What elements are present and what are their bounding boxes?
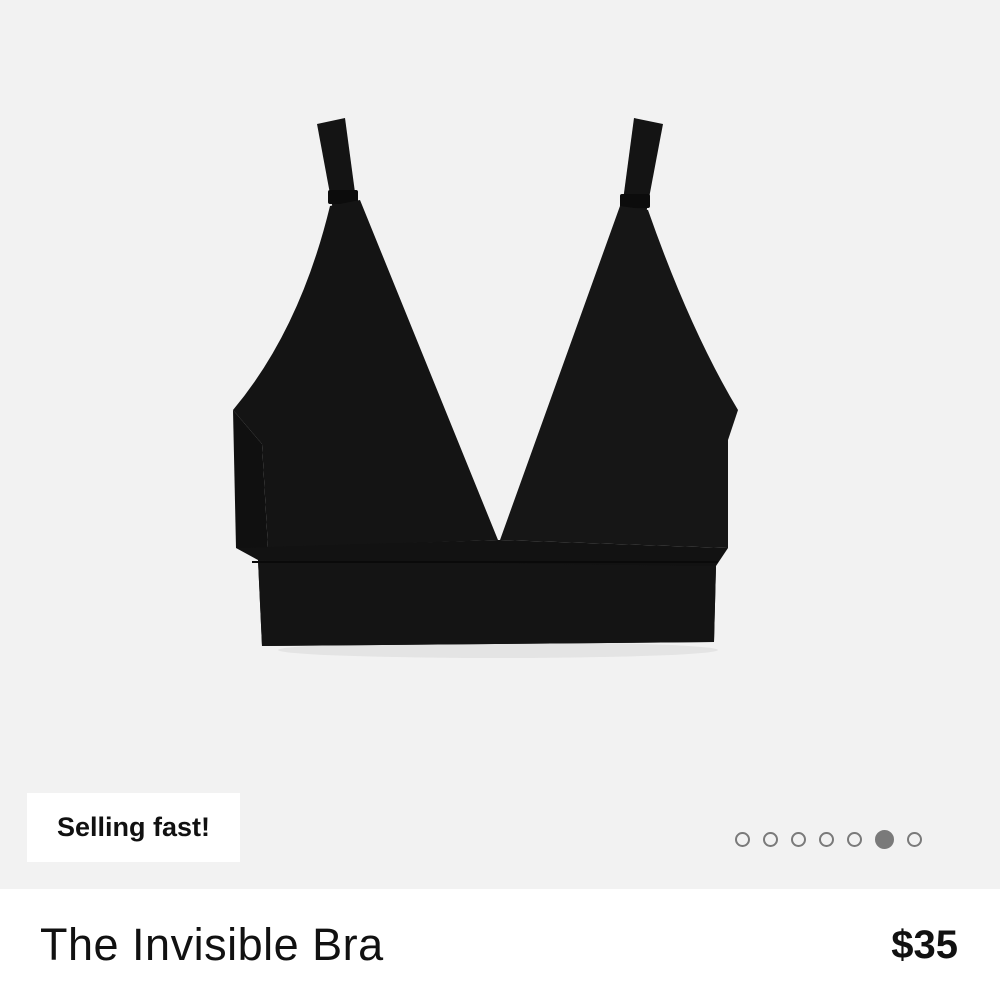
carousel-dots (735, 830, 922, 850)
carousel-dot-1[interactable] (735, 832, 750, 847)
carousel-dot-7[interactable] (907, 832, 922, 847)
product-info: The Invisible Bra $35 (0, 889, 1000, 1000)
product-image[interactable] (0, 0, 1000, 889)
carousel-dot-6[interactable] (875, 830, 894, 849)
carousel-dot-4[interactable] (819, 832, 834, 847)
carousel-dot-5[interactable] (847, 832, 862, 847)
product-title[interactable]: The Invisible Bra (40, 919, 384, 971)
product-image-area[interactable]: Selling fast! (0, 0, 1000, 889)
carousel-dot-2[interactable] (763, 832, 778, 847)
product-price: $35 (891, 923, 958, 967)
product-card[interactable]: Selling fast! The Invisible Bra $35 (0, 0, 1000, 1000)
selling-fast-badge: Selling fast! (27, 793, 240, 862)
carousel-dot-3[interactable] (791, 832, 806, 847)
